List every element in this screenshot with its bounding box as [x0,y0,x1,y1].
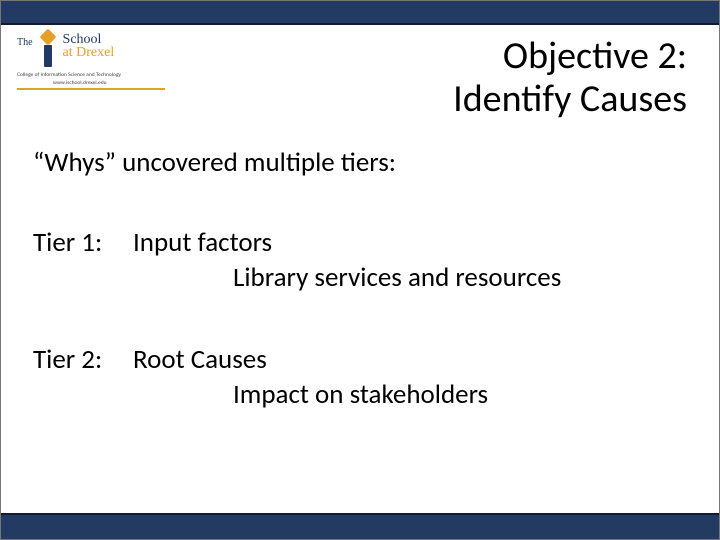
logo-drexel-text: at Drexel [63,46,115,60]
tier-2-row: Tier 2: Root Causes [33,344,687,376]
slide-title: Objective 2: Identify Causes [453,35,687,120]
tier-2-group: Tier 2: Root Causes Impact on stakeholde… [33,344,687,411]
logo-row: The School at Drexel [17,33,177,69]
body-content: “Whys” uncovered multiple tiers: Tier 1:… [33,147,687,461]
tier-1-second: Library services and resources [233,262,687,294]
bottom-bar [1,513,719,539]
tier-1-row: Tier 1: Input factors [33,227,687,259]
slide: The School at Drexel College of Informat… [0,0,720,540]
logo-the-text: The [17,33,33,48]
tier-2-second: Impact on stakeholders [233,379,687,411]
tier-1-label: Tier 1: [33,227,133,259]
logo-i-icon [37,33,59,69]
title-line-2: Identify Causes [453,78,687,121]
logo-block: The School at Drexel College of Informat… [17,33,177,90]
title-line-1: Objective 2: [453,35,687,78]
logo-wordmark: School at Drexel [63,33,115,60]
top-bar [1,1,719,25]
intro-line: “Whys” uncovered multiple tiers: [33,147,687,179]
tier-1-first: Input factors [133,227,687,259]
logo-underline [17,88,165,90]
tier-2-first: Root Causes [133,344,687,376]
tier-2-label: Tier 2: [33,344,133,376]
logo-url: www.ischool.drexel.edu [53,80,177,86]
tier-1-group: Tier 1: Input factors Library services a… [33,227,687,294]
logo-subline: College of Information Science and Techn… [17,72,177,78]
